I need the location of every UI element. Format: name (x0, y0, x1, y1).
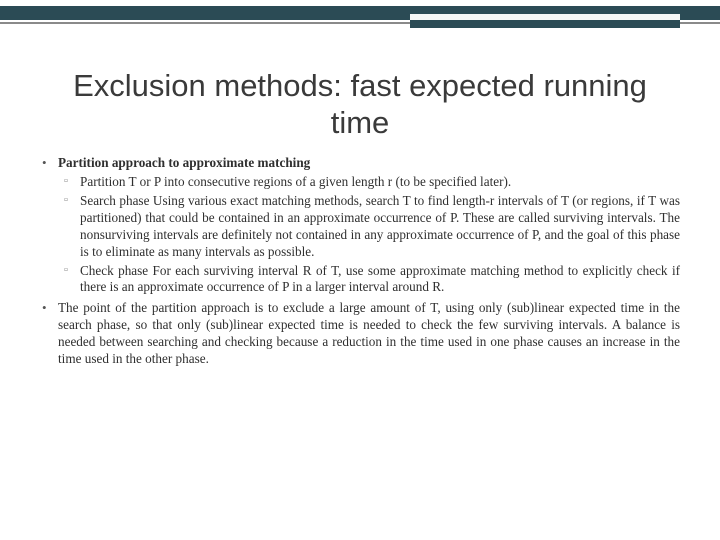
bullet-1-sub-3: Check phase For each surviving interval … (58, 263, 680, 297)
bullet-2: The point of the partition approach is t… (40, 300, 680, 368)
slide: Exclusion methods: fast expected running… (0, 0, 720, 540)
slide-content: Partition approach to approximate matchi… (0, 155, 720, 368)
slide-title: Exclusion methods: fast expected running… (40, 68, 680, 141)
top-overlay-dark (410, 20, 680, 28)
bullet-1-sublist: Partition T or P into consecutive region… (58, 174, 680, 296)
bullet-1: Partition approach to approximate matchi… (40, 155, 680, 296)
bullet-1-sub-2: Search phase Using various exact matchin… (58, 193, 680, 261)
bullet-list: Partition approach to approximate matchi… (40, 155, 680, 368)
bullet-1-sub-1: Partition T or P into consecutive region… (58, 174, 680, 191)
bullet-1-head: Partition approach to approximate matchi… (58, 155, 310, 170)
decorative-top-bar (0, 0, 720, 34)
